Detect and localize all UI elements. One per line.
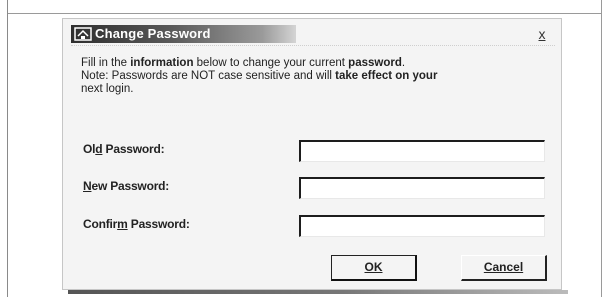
cancel-button[interactable]: Cancel [461, 255, 547, 281]
confirm-password-label-accel: m [117, 217, 128, 231]
screenshot-page: Change Password x Fill in the informatio… [0, 0, 610, 297]
title-separator [71, 45, 555, 46]
password-dialog-icon [74, 27, 92, 41]
info-text: Fill in the information below to change … [81, 57, 541, 96]
info-line3-end: . [130, 83, 134, 95]
dialog-titlebar[interactable]: Change Password x [71, 25, 555, 43]
close-icon[interactable]: x [533, 25, 551, 43]
ok-button[interactable]: OK [331, 255, 417, 281]
old-password-label: Old Password: [83, 142, 165, 156]
info-line1-bold2: password [348, 57, 402, 69]
new-password-field[interactable] [299, 177, 545, 199]
info-line1-end: . [401, 57, 406, 69]
bottom-shadow [68, 290, 568, 294]
confirm-password-label-post: Password: [127, 217, 190, 231]
info-line2-bold: take effect on your [335, 70, 438, 82]
info-line1-pre: Fill in the [81, 57, 131, 69]
old-password-label-post: Password: [102, 142, 165, 156]
confirm-password-field[interactable] [299, 215, 545, 237]
info-line1-bold1: information [130, 57, 194, 69]
confirm-password-label-pre: Confir [83, 217, 118, 231]
info-line3-pre: next login [81, 83, 131, 95]
confirm-password-label: Confirm Password: [83, 217, 190, 231]
info-line1-mid: below to change your current [193, 57, 349, 69]
new-password-label-post: ew Password: [91, 179, 170, 193]
old-password-label-pre: Ol [83, 142, 96, 156]
dialog-title: Change Password [95, 26, 211, 41]
new-password-label: New Password: [83, 179, 169, 193]
old-password-field[interactable] [299, 140, 545, 162]
info-line2-pre: Note: Passwords are NOT case sensitive a… [81, 70, 336, 82]
change-password-dialog: Change Password x Fill in the informatio… [62, 18, 562, 290]
